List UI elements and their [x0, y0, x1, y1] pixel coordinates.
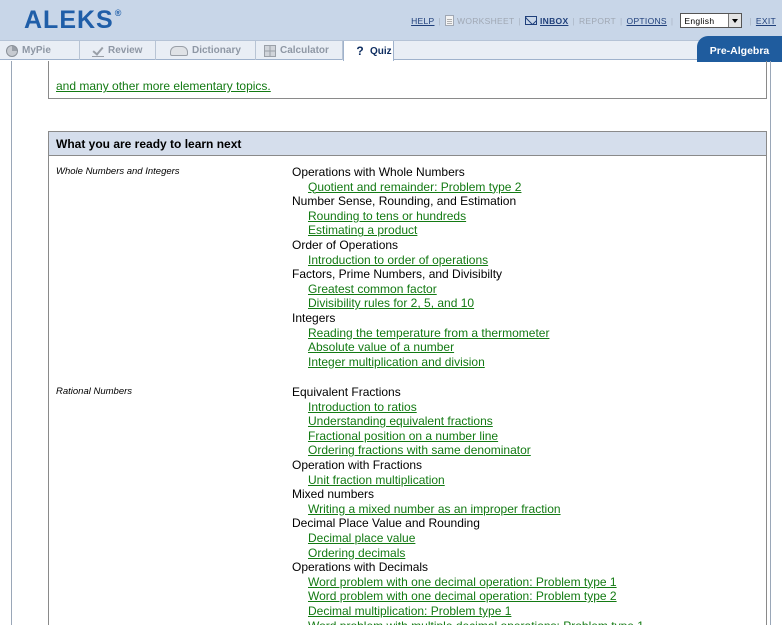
topic-link[interactable]: Word problem with multiple decimal opera… — [292, 619, 762, 625]
topic-link[interactable]: Word problem with one decimal operation:… — [292, 589, 762, 604]
category-label: Rational Numbers — [56, 386, 133, 397]
topic-group-title: Equivalent Fractions — [292, 385, 401, 399]
topic-link[interactable]: Rounding to tens or hundreds — [292, 209, 762, 224]
options-link[interactable]: OPTIONS — [627, 16, 667, 26]
tab-mypie[interactable]: MyPie — [0, 41, 80, 60]
ready-to-learn-box: What you are ready to learn next Whole N… — [48, 131, 767, 625]
separator: | — [572, 15, 575, 26]
topic-link[interactable]: Understanding equivalent fractions — [292, 414, 762, 429]
inbox-link[interactable]: INBOX — [540, 16, 568, 26]
topic-link[interactable]: Absolute value of a number — [292, 340, 762, 355]
topic-link[interactable]: Unit fraction multiplication — [292, 473, 762, 488]
tab-label: Calculator — [280, 45, 329, 56]
book-icon — [170, 45, 188, 56]
topic-group-title: Factors, Prime Numbers, and Divisibilty — [292, 267, 503, 282]
topic-link[interactable]: Ordering decimals — [292, 546, 762, 561]
pie-icon — [6, 44, 18, 57]
chevron-down-icon[interactable] — [728, 14, 742, 27]
category-label: Whole Numbers and Integers — [56, 166, 180, 177]
separator: | — [749, 15, 752, 26]
topic-link[interactable]: Ordering fractions with same denominator — [292, 443, 762, 458]
topic-link[interactable]: Writing a mixed number as an improper fr… — [292, 502, 762, 517]
topic-group-title: Mixed numbers — [292, 487, 375, 502]
topic-group-title: Order of Operations — [292, 237, 399, 252]
language-select[interactable]: English — [680, 13, 743, 28]
separator: | — [438, 15, 441, 26]
previous-section-box: and many other more elementary topics. — [48, 61, 767, 99]
separator: | — [518, 15, 521, 26]
help-link[interactable]: HELP — [411, 16, 434, 26]
topic-link[interactable]: Reading the temperature from a thermomet… — [292, 326, 762, 341]
topic-link[interactable]: Word problem with one decimal operation:… — [292, 575, 762, 590]
frame-left-border — [11, 61, 12, 625]
topic-link[interactable]: Decimal place value — [292, 531, 762, 546]
course-badge: Pre-Algebra — [697, 36, 782, 62]
language-value: English — [684, 15, 715, 26]
tab-label: MyPie — [22, 45, 51, 56]
aleks-logo: ALEKS® — [24, 6, 122, 35]
topic-group-title: Operation with Fractions — [292, 457, 423, 472]
tab-review[interactable]: Review — [80, 41, 156, 60]
logo-registered-mark: ® — [114, 8, 123, 18]
frame-right-border — [770, 61, 771, 625]
topic-group-title: Operations with Decimals — [292, 560, 429, 575]
topic-group-title: Integers — [292, 310, 336, 325]
more-topics-link[interactable]: and many other more elementary topics. — [56, 79, 271, 93]
topic-group-title: Number Sense, Rounding, and Estimation — [292, 194, 517, 209]
separator: | — [620, 15, 623, 26]
tab-label: Quiz — [370, 45, 392, 57]
tab-dictionary[interactable]: Dictionary — [156, 41, 256, 60]
tab-quiz[interactable]: ? Quiz — [343, 41, 394, 61]
worksheet-icon — [445, 15, 454, 26]
tab-label: Dictionary — [192, 45, 241, 56]
topic-list: Operations with Whole Numbers Quotient an… — [292, 165, 762, 369]
topic-link[interactable]: Fractional position on a number line — [292, 429, 762, 444]
topic-link[interactable]: Greatest common factor — [292, 282, 762, 297]
quiz-icon: ? — [356, 44, 364, 58]
topic-link[interactable]: Introduction to order of operations — [292, 253, 762, 268]
top-links: HELP | WORKSHEET | INBOX | REPORT | OPTI… — [411, 13, 776, 28]
topic-list: Equivalent Fractions Introduction to rati… — [292, 385, 762, 625]
tab-label: Review — [108, 45, 143, 56]
topic-link[interactable]: Integer multiplication and division — [292, 355, 762, 370]
topic-link[interactable]: Quotient and remainder: Problem type 2 — [292, 180, 762, 195]
worksheet-link: WORKSHEET — [457, 15, 515, 26]
topic-group-title: Operations with Whole Numbers — [292, 165, 465, 179]
logo-text: ALEKS — [24, 6, 114, 34]
top-header: ALEKS® HELP | WORKSHEET | INBOX | REPORT… — [0, 0, 782, 40]
topic-link[interactable]: Decimal multiplication: Problem type 1 — [292, 604, 762, 619]
ready-to-learn-title: What you are ready to learn next — [49, 132, 766, 156]
tab-bar: MyPie Review Dictionary Calculator ? Qui… — [0, 40, 782, 61]
topic-link[interactable]: Divisibility rules for 2, 5, and 10 — [292, 296, 762, 311]
report-link: REPORT — [578, 15, 617, 26]
topic-link[interactable]: Estimating a product — [292, 223, 762, 238]
topic-group-title: Decimal Place Value and Rounding — [292, 516, 480, 531]
checkmark-icon — [92, 45, 104, 57]
calculator-icon — [264, 44, 276, 57]
exit-link[interactable]: EXIT — [756, 16, 776, 26]
separator: | — [670, 15, 674, 26]
tab-calculator[interactable]: Calculator — [256, 41, 343, 60]
mail-icon[interactable] — [525, 16, 537, 25]
topic-link[interactable]: Introduction to ratios — [292, 400, 762, 415]
